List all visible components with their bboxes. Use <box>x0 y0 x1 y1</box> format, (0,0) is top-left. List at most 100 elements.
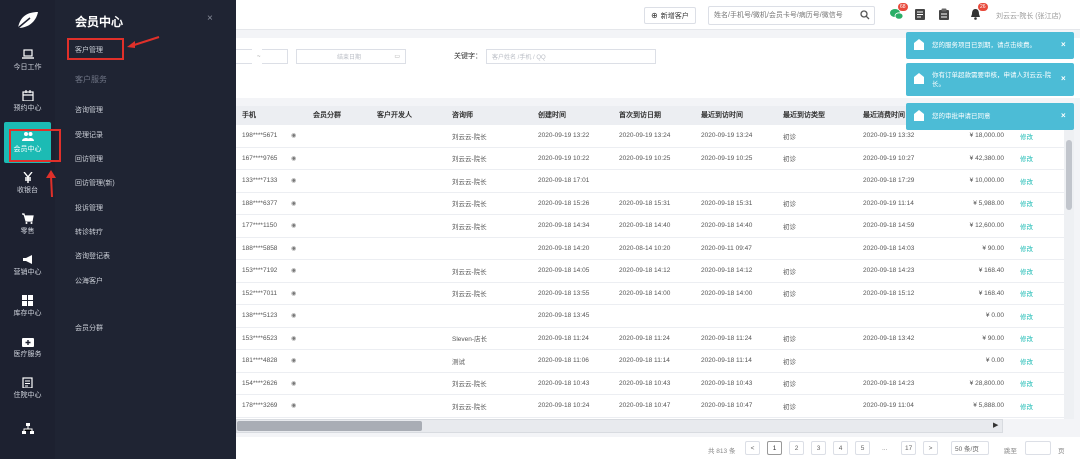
edit-link[interactable]: 修改 <box>1020 170 1033 192</box>
col-created[interactable]: 创建时间 <box>538 106 566 124</box>
col-consultant[interactable]: 咨询师 <box>452 106 473 124</box>
sidebar-item-organization[interactable] <box>0 409 55 450</box>
subnav-complaint-management[interactable]: 投诉管理 <box>75 203 103 213</box>
eye-icon[interactable]: ◉ <box>291 328 296 350</box>
table-row[interactable]: 181****4828 测试 2020-09-18 11:06 2020-09-18 … <box>236 350 1064 373</box>
add-customer-button[interactable]: ⊕ 新增客户 <box>644 7 696 24</box>
col-visit-type[interactable]: 最近到访类型 <box>783 106 825 124</box>
close-icon[interactable]: × <box>1061 111 1066 120</box>
table-row[interactable]: 133****7133 刘云云-院长 2020-09-18 17:01 2020-09… <box>236 170 1064 193</box>
prev-page-button[interactable]: < <box>745 441 760 455</box>
eye-icon[interactable]: ◉ <box>291 193 296 215</box>
wechat-notify[interactable]: 68 <box>890 3 908 22</box>
edit-link[interactable]: 修改 <box>1020 215 1033 237</box>
eye-icon[interactable]: ◉ <box>291 148 296 170</box>
edit-link[interactable]: 修改 <box>1020 148 1033 170</box>
global-search-input[interactable] <box>708 6 875 25</box>
table-row[interactable]: 188****5858 2020-09-18 14:20 2020-08-14 10… <box>236 238 1064 260</box>
amount-cell: ¥ 0.00 <box>985 357 1004 365</box>
toast-notification[interactable]: 您的服务项目已到期，请点击续费。 × <box>906 32 1074 59</box>
subnav-consult-management[interactable]: 咨询管理 <box>75 105 103 115</box>
table-row[interactable]: 177****1150 刘云云-院长 2020-09-18 14:34 2020-09… <box>236 215 1064 238</box>
next-page-button[interactable]: > <box>923 441 938 455</box>
subnav-public-customers[interactable]: 公海客户 <box>75 276 103 286</box>
eye-icon[interactable]: ◉ <box>291 373 296 395</box>
horizontal-scroll-thumb[interactable] <box>237 421 422 431</box>
col-phone[interactable]: 手机 <box>242 106 256 124</box>
edit-link[interactable]: 修改 <box>1020 193 1033 215</box>
col-developer[interactable]: 客户开发人 <box>377 106 412 124</box>
sidebar-item-appointment-center[interactable]: 预约中心 <box>0 81 55 122</box>
bell-notify[interactable]: 26 <box>970 3 988 22</box>
subnav-revisit-management[interactable]: 回访管理 <box>75 154 103 164</box>
last-visit-cell: 2020-09-18 10:47 <box>701 402 753 410</box>
eye-icon[interactable]: ◉ <box>291 283 296 305</box>
page-button-2[interactable]: 2 <box>789 441 804 455</box>
close-icon[interactable]: × <box>1061 40 1066 49</box>
edit-link[interactable]: 修改 <box>1020 238 1033 260</box>
edit-link[interactable]: 修改 <box>1020 328 1033 350</box>
toast-notification[interactable]: 你有订单超款需要审核，申请人刘云云-院长。 × <box>906 63 1074 96</box>
subnav-member-groups[interactable]: 会员分群 <box>75 323 103 333</box>
table-row[interactable]: 153****7192 刘云云-院长 2020-09-18 14:05 2020-09… <box>236 260 1064 283</box>
table-row[interactable]: 152****7011 刘云云-院长 2020-09-18 13:55 2020-09… <box>236 283 1064 305</box>
start-date-input[interactable] <box>236 49 288 64</box>
table-row[interactable]: 153****6523 Sleven-店长 2020-09-18 11:24 2020… <box>236 328 1064 350</box>
page-button-1[interactable]: 1 <box>767 441 782 455</box>
subnav-referral[interactable]: 转诊转疗 <box>75 227 103 237</box>
keyword-input[interactable]: 客户姓名 /手机 / QQ <box>486 49 656 64</box>
col-member-group[interactable]: 会员分群 <box>313 106 341 124</box>
page-size-select[interactable]: 50 条/页 <box>951 441 989 455</box>
page-button-4[interactable]: 4 <box>833 441 848 455</box>
col-last-visit[interactable]: 最近到访时间 <box>701 106 743 124</box>
notepad-icon[interactable] <box>914 8 926 21</box>
subnav-accept-records[interactable]: 受理记录 <box>75 130 103 140</box>
sidebar-item-retail[interactable]: 零售 <box>0 204 55 245</box>
close-icon[interactable]: × <box>1061 74 1066 83</box>
visit-type-cell: 初诊 <box>783 358 796 366</box>
table-row[interactable]: 138****5123 2020-09-18 13:45 ◉ ¥ 0.00 修改 <box>236 305 1064 328</box>
edit-link[interactable]: 修改 <box>1020 350 1033 372</box>
edit-link[interactable]: 修改 <box>1020 305 1033 327</box>
search-icon[interactable] <box>860 10 870 20</box>
table-row[interactable]: 188****6377 刘云云-院长 2020-09-18 15:26 2020-09… <box>236 193 1064 215</box>
eye-icon[interactable]: ◉ <box>291 170 296 192</box>
col-last-consume[interactable]: 最近消费时间 <box>863 106 905 124</box>
table-row[interactable]: 178****3269 刘云云-院长 2020-09-18 10:24 2020-09… <box>236 395 1064 418</box>
amount-cell: ¥ 90.00 <box>982 244 1004 252</box>
eye-icon[interactable]: ◉ <box>291 215 296 237</box>
sidebar-item-today-work[interactable]: 今日工作 <box>0 40 55 81</box>
col-first-visit[interactable]: 首次到访日期 <box>619 106 661 124</box>
sidebar-item-medical-service[interactable]: 医疗服务 <box>0 327 55 368</box>
eye-icon[interactable]: ◉ <box>291 238 296 260</box>
page-button-last[interactable]: 17 <box>901 441 917 455</box>
subnav-revisit-management-new[interactable]: 回访管理(新) <box>75 178 115 188</box>
eye-icon[interactable]: ◉ <box>291 350 296 372</box>
page-button-3[interactable]: 3 <box>811 441 826 455</box>
sidebar-item-hospitalization-center[interactable]: 住院中心 <box>0 368 55 409</box>
last-consume-cell: 2020-09-18 13:42 <box>863 334 915 342</box>
eye-icon[interactable]: ◉ <box>291 125 296 147</box>
table-row[interactable]: 167****9765 刘云云-院长 2020-09-19 10:22 2020-09… <box>236 148 1064 170</box>
subnav-consult-register[interactable]: 咨询登记表 <box>75 251 110 261</box>
edit-link[interactable]: 修改 <box>1020 373 1033 395</box>
edit-link[interactable]: 修改 <box>1020 260 1033 282</box>
close-icon[interactable]: × <box>207 13 213 24</box>
eye-icon[interactable]: ◉ <box>291 305 296 327</box>
amount-cell: ¥ 12,600.00 <box>969 222 1004 230</box>
end-date-input[interactable]: 结束日期 ▭ <box>296 49 406 64</box>
scroll-right-icon[interactable]: ▶ <box>993 421 998 429</box>
jump-page-input[interactable] <box>1025 441 1051 455</box>
eye-icon[interactable]: ◉ <box>291 395 296 417</box>
vertical-scroll-thumb[interactable] <box>1066 140 1072 210</box>
sidebar-item-inventory-center[interactable]: 库存中心 <box>0 286 55 327</box>
eye-icon[interactable]: ◉ <box>291 260 296 282</box>
clipboard-icon[interactable] <box>938 8 950 21</box>
sidebar-item-marketing-center[interactable]: 营销中心 <box>0 245 55 286</box>
edit-link[interactable]: 修改 <box>1020 395 1033 417</box>
user-menu[interactable]: 刘云云-院长 (张江店) <box>996 11 1061 21</box>
page-button-5[interactable]: 5 <box>855 441 870 455</box>
edit-link[interactable]: 修改 <box>1020 283 1033 305</box>
table-row[interactable]: 154****2626 刘云云-院长 2020-09-18 10:43 2020-09… <box>236 373 1064 395</box>
toast-notification[interactable]: 您的审批申请已同意 × <box>906 103 1074 130</box>
